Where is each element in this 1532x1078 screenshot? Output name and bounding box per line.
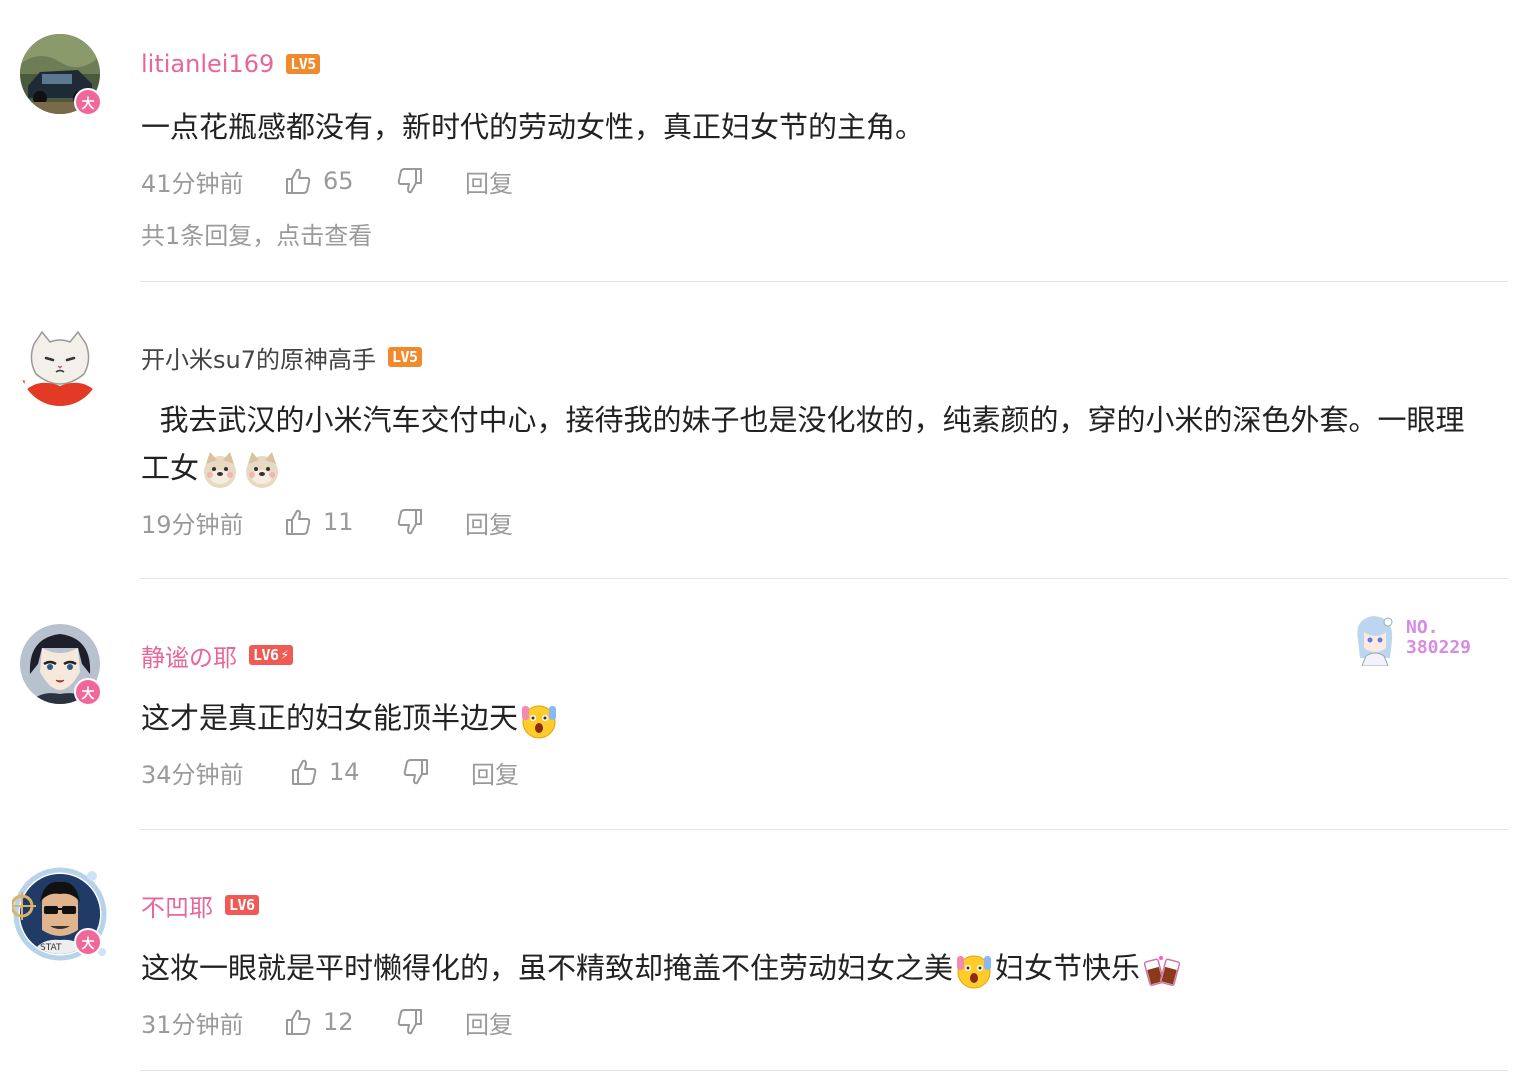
like-count: 12: [323, 1008, 354, 1036]
username[interactable]: litianlei169: [141, 50, 274, 78]
comment-text: 这妆一眼就是平时懒得化的，虽不精致却掩盖不住劳动妇女之美 妇女节快乐: [141, 944, 1491, 992]
thumbs-up-icon: [292, 759, 317, 785]
comment-text: 我去武汉的小米汽车交付中心，接待我的妹子也是没化妆的，纯素颜的，穿的小米的深色外…: [141, 396, 1491, 492]
divider: [140, 829, 1508, 830]
like-count: 14: [329, 758, 360, 786]
lightning-icon: ⚡: [280, 647, 289, 663]
username[interactable]: 不凹耶: [141, 888, 213, 923]
thumbs-down-icon: [397, 1009, 422, 1035]
thumbs-up-icon: [286, 168, 311, 194]
like-button[interactable]: 11: [283, 507, 395, 537]
vip-badge: 大: [74, 678, 102, 706]
doge-icon: [204, 452, 237, 488]
avatar[interactable]: STAT 大: [12, 867, 107, 961]
comment-time: 31分钟前: [141, 1010, 244, 1039]
comment-text: 一点花瓶感都没有，新时代的劳动女性，真正妇女节的主角。: [141, 110, 925, 144]
like-button[interactable]: 14: [289, 757, 401, 787]
vip-badge: 大: [74, 88, 102, 116]
shocked-face-icon: [522, 705, 557, 739]
level-badge: LV5: [387, 347, 422, 367]
thumbs-up-icon: [286, 509, 311, 535]
comment-text-body: 这才是真正的妇女能顶半边天: [141, 701, 519, 735]
comment-text-body: 这妆一眼就是平时懒得化的，虽不精致却掩盖不住劳动妇女之美: [141, 951, 954, 985]
reply-button[interactable]: 回复: [465, 505, 513, 540]
level-badge: LV6: [225, 895, 259, 915]
cheers-icon: [1143, 956, 1181, 986]
dislike-button[interactable]: [401, 757, 471, 787]
thumbs-up-icon: [286, 1009, 311, 1035]
badge-number-label: NO.: [1406, 617, 1439, 638]
like-count: 11: [323, 508, 354, 536]
svg-text:STAT: STAT: [40, 943, 62, 953]
reply-button[interactable]: 回复: [465, 164, 513, 199]
dislike-button[interactable]: [395, 166, 465, 196]
badge-number: 380229: [1406, 637, 1472, 658]
reply-button[interactable]: 回复: [471, 755, 519, 790]
divider: [140, 578, 1508, 579]
dislike-button[interactable]: [395, 1007, 465, 1037]
username[interactable]: 开小米su7的原神高手: [141, 340, 376, 375]
dislike-button[interactable]: [395, 507, 465, 537]
anime-character-icon: [1357, 616, 1393, 666]
level-text: LV6: [253, 646, 279, 664]
divider: [140, 281, 1508, 282]
comment-time: 34分钟前: [141, 760, 244, 789]
reply-button[interactable]: 回复: [465, 1005, 513, 1040]
comment-text-body: 我去武汉的小米汽车交付中心，接待我的妹子也是没化妆的，纯素颜的，穿的小米的深色外…: [141, 403, 1465, 485]
vip-badge: 大: [74, 928, 102, 956]
thumbs-down-icon: [403, 759, 428, 785]
level-badge: LV5: [286, 54, 320, 74]
shocked-face-icon: [957, 955, 992, 989]
comment-time: 41分钟前: [141, 169, 244, 198]
thumbs-down-icon: [397, 509, 422, 535]
comment-text-body: 妇女节快乐: [995, 951, 1141, 985]
doge-icon: [246, 452, 279, 488]
avatar[interactable]: 大: [20, 34, 102, 116]
level-badge: LV6 ⚡: [249, 645, 293, 665]
thumbs-down-icon: [397, 168, 422, 194]
like-button[interactable]: 65: [283, 166, 395, 196]
avatar[interactable]: [20, 326, 100, 406]
like-button[interactable]: 12: [283, 1007, 395, 1037]
fan-badge[interactable]: NO. 380229: [1350, 610, 1471, 666]
avatar[interactable]: 大: [20, 624, 102, 706]
like-count: 65: [323, 167, 354, 195]
comment-text: 这才是真正的妇女能顶半边天: [141, 694, 1491, 742]
view-replies-link[interactable]: 共1条回复，点击查看: [141, 216, 372, 251]
comment-time: 19分钟前: [141, 510, 244, 539]
username[interactable]: 静谧の耶: [141, 638, 237, 673]
divider: [140, 1070, 1508, 1071]
